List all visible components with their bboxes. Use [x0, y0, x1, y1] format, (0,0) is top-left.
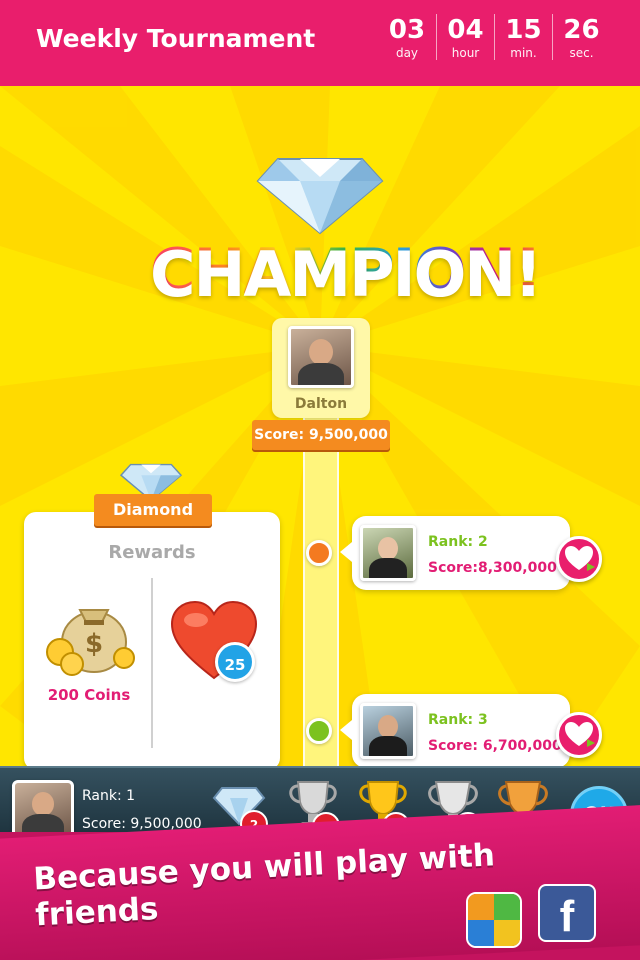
rewards-title: Rewards: [108, 542, 196, 563]
champion-name: Dalton: [294, 396, 348, 412]
countdown-value: 04: [447, 15, 484, 45]
countdown-value: 03: [388, 15, 426, 45]
champion-score-ribbon: Score: 9,500,000: [252, 420, 390, 450]
champion-banner: CHAMPION!: [150, 235, 542, 308]
my-rank: Rank: 1: [82, 788, 136, 804]
reward-tier-ribbon: Diamond: [94, 494, 212, 526]
rank-score: Score:8,300,000: [428, 560, 557, 576]
send-heart-button[interactable]: [556, 712, 602, 758]
svg-text:$: $: [85, 629, 103, 659]
countdown-timer: 03 day 04 hour 15 min. 26 sec.: [378, 14, 610, 60]
champion-text: CHAMPION!: [150, 235, 542, 308]
countdown-days: 03 day: [378, 14, 436, 60]
coins-reward-label: 200 Coins: [47, 686, 131, 704]
countdown-value: 26: [563, 15, 600, 45]
countdown-minutes: 15 min.: [494, 14, 552, 60]
diamond-icon: [256, 158, 384, 235]
countdown-unit: min.: [510, 46, 537, 60]
leaderboard-entry-2: Rank: 2 Score:8,300,000: [340, 516, 570, 590]
player-avatar: [360, 703, 416, 759]
rewards-divider: [151, 578, 153, 748]
page-title: Weekly Tournament: [36, 24, 316, 53]
countdown-unit: day: [395, 46, 419, 60]
heart-send-icon: [565, 722, 595, 747]
player-avatar: [360, 525, 416, 581]
my-avatar: [12, 780, 74, 838]
game-center-icon[interactable]: [466, 892, 522, 948]
champion-avatar: [288, 326, 354, 388]
rank-label: Rank: 2: [428, 534, 488, 550]
hearts-count-badge: 25: [215, 642, 255, 682]
rank-marker-3: [306, 718, 332, 744]
countdown-seconds: 26 sec.: [552, 14, 610, 60]
rank-marker-2: [306, 540, 332, 566]
countdown-value: 15: [505, 15, 542, 45]
rank-label: Rank: 3: [428, 712, 488, 728]
money-bag-icon: $: [46, 609, 135, 676]
leaderboard-entry-3: Rank: 3 Score: 6,700,000: [340, 694, 570, 768]
facebook-icon[interactable]: f: [538, 884, 596, 942]
countdown-unit: hour: [451, 46, 480, 60]
countdown-hours: 04 hour: [436, 14, 494, 60]
top-bar: Weekly Tournament 03 day 04 hour 15 min.…: [0, 0, 640, 86]
send-heart-button[interactable]: [556, 536, 602, 582]
countdown-unit: sec.: [569, 46, 594, 60]
rank-score: Score: 6,700,000: [428, 738, 562, 754]
heart-send-icon: [565, 546, 595, 571]
